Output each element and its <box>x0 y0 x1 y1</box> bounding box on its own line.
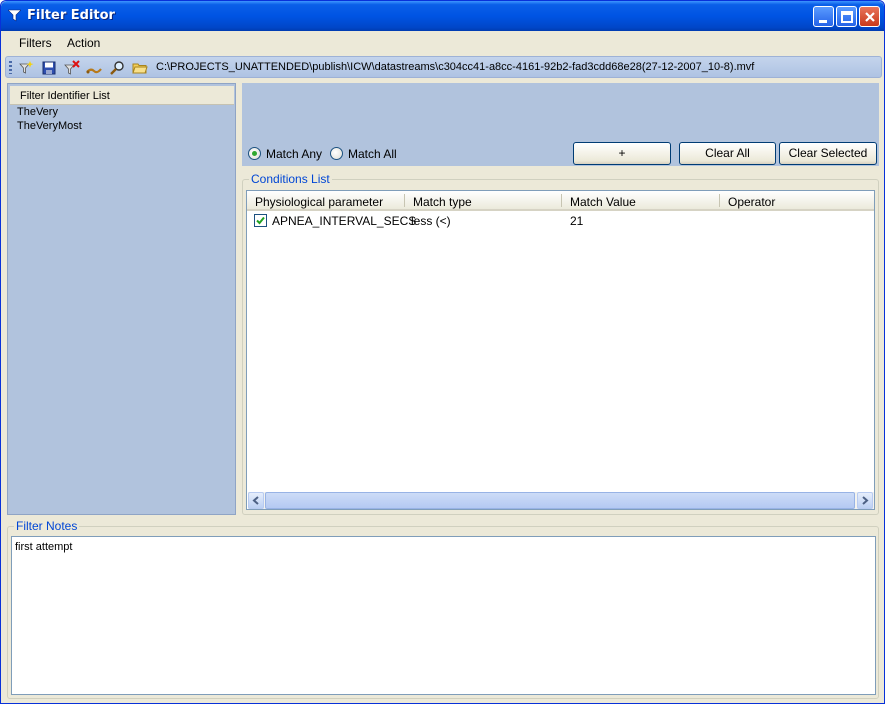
menu-bar: Filters Action <box>1 31 884 54</box>
clear-selected-button[interactable]: Clear Selected <box>779 142 877 165</box>
close-button[interactable] <box>859 6 880 27</box>
column-header-operator[interactable]: Operator <box>720 191 874 211</box>
chevron-right-icon <box>862 496 869 505</box>
filter-editor-window: Filter Editor Filters Action C:\PROJECTS… <box>0 0 885 704</box>
close-icon <box>865 12 875 22</box>
conditions-title: Conditions List <box>249 172 332 186</box>
chevron-left-icon <box>252 496 259 505</box>
filter-list-item[interactable]: TheVeryMost <box>17 120 82 132</box>
maximize-icon <box>841 11 853 23</box>
conditions-list[interactable]: Physiological parameter Match type Match… <box>246 190 875 510</box>
condition-match-value[interactable]: 21 <box>570 214 583 228</box>
filter-notes-title: Filter Notes <box>14 519 80 533</box>
filter-notes-textarea[interactable]: first attempt <box>11 536 876 695</box>
delete-icon[interactable] <box>64 60 80 76</box>
toolbar: C:\PROJECTS_UNATTENDED\publish\ICW\datas… <box>5 56 882 78</box>
menu-action[interactable]: Action <box>67 36 100 50</box>
column-header-match-type[interactable]: Match type <box>405 191 562 211</box>
filter-list-item[interactable]: TheVery <box>17 106 58 118</box>
condition-match-type[interactable]: less (<) <box>411 214 451 228</box>
menu-filters[interactable]: Filters <box>19 36 52 50</box>
clear-all-button[interactable]: Clear All <box>679 142 776 165</box>
condition-checkbox[interactable] <box>254 214 267 227</box>
checkmark-icon <box>256 216 265 225</box>
minimize-button[interactable] <box>813 6 834 27</box>
save-icon[interactable] <box>41 60 57 76</box>
link-icon[interactable] <box>86 60 102 76</box>
funnel-icon <box>8 9 21 22</box>
file-path: C:\PROJECTS_UNATTENDED\publish\ICW\datas… <box>156 61 755 73</box>
add-condition-button[interactable]: + <box>573 142 671 165</box>
maximize-button[interactable] <box>836 6 857 27</box>
window-title: Filter Editor <box>27 8 115 23</box>
title-bar[interactable]: Filter Editor <box>1 1 884 31</box>
condition-parameter[interactable]: APNEA_INTERVAL_SECS <box>272 214 416 228</box>
toolbar-grip[interactable] <box>9 61 12 74</box>
search-icon[interactable] <box>109 60 125 76</box>
match-any-radio[interactable] <box>248 147 261 160</box>
minimize-icon <box>819 20 827 23</box>
column-header-match-value[interactable]: Match Value <box>562 191 720 211</box>
match-options-panel: Match Any Match All + Clear All Clear Se… <box>242 83 879 166</box>
match-all-radio[interactable] <box>330 147 343 160</box>
match-any-label[interactable]: Match Any <box>266 147 322 161</box>
new-filter-icon[interactable] <box>18 60 34 76</box>
scrollbar-thumb[interactable] <box>265 492 855 509</box>
scroll-right-button[interactable] <box>857 492 873 509</box>
match-all-label[interactable]: Match All <box>348 147 397 161</box>
filter-list-header[interactable]: Filter Identifier List <box>10 86 234 105</box>
filter-identifier-list: Filter Identifier List TheVery TheVeryMo… <box>7 83 236 515</box>
open-folder-icon[interactable] <box>132 60 148 76</box>
horizontal-scrollbar[interactable] <box>248 492 874 509</box>
column-header-parameter[interactable]: Physiological parameter <box>247 191 405 211</box>
scroll-left-button[interactable] <box>248 492 264 509</box>
